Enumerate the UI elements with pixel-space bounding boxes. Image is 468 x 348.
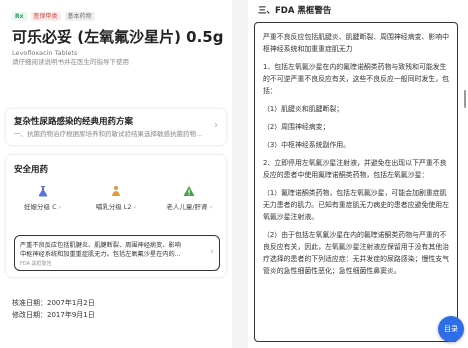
treatment-plan-title: 复杂性尿路感染的经典用药方案	[14, 117, 134, 127]
drug-tags: Rx 医保甲类 基本药物	[12, 12, 95, 21]
lactation-grade-label: 哺乳分级 L2	[95, 203, 132, 211]
treatment-plan-desc: 一、抗菌药物治疗根据尿培养和药敏试验结果选择敏感抗菌药物...	[14, 130, 203, 138]
rx-tag: Rx	[12, 12, 27, 21]
approval-date: 核准日期：2007年1月2日	[12, 299, 95, 307]
usage-instruction: 请仔细阅读说明书并在医生的指导下使用	[12, 58, 129, 66]
safety-card: 安全用药 妊娠分级 C › 哺乳分级 L2 › 老人儿童/肝肾 › 严重不良反应…	[6, 155, 226, 277]
dates-block: 核准日期：2007年1月2日 修改日期：2017年9月1日	[12, 297, 95, 321]
fda-warning-document: 严重不良反应包括肌腱炎、肌腱断裂、周围神经病变、影响中枢神经系统和加重重症肌无力…	[254, 22, 458, 342]
scrollbar[interactable]	[464, 90, 466, 108]
drug-english-name: Levofloxacin Tablets	[12, 49, 78, 57]
fda-paragraph: （1）肌腱炎和肌腱断裂；	[263, 105, 344, 113]
warning-line-2: 中枢神经系统和加重重症肌无力。包括左氧氟沙星在内的...	[20, 251, 181, 258]
chevron-right-icon: ›	[210, 247, 214, 257]
fda-paragraph: （2）由于包括左氧氟沙星在内的氟喹诺酮类药物与严重的不良反应有关，因此，左氧氟沙…	[263, 231, 450, 275]
fda-paragraph: （1）氟喹诺酮类药物，包括左氧氟沙星，可能会加剧重症肌无力患者的肌力。已知有重症…	[263, 189, 450, 221]
black-box-warning-preview[interactable]: 严重不良反应包括肌腱炎、肌腱断裂、周围神经病变、影响 中枢神经系统和加重重症肌无…	[14, 235, 220, 271]
warning-source: FDA 黑框警告	[20, 261, 52, 267]
pregnancy-grade-label: 妊娠分级 C	[24, 203, 57, 211]
elderly-children-label: 老人儿童/肝肾	[166, 203, 208, 211]
revision-date: 修改日期：2017年9月1日	[12, 311, 95, 319]
treatment-plan-card[interactable]: 复杂性尿路感染的经典用药方案 一、抗菌药物治疗根据尿培养和药敏试验结果选择敏感抗…	[6, 109, 226, 145]
fda-warning-panel: 三、FDA 黑框警告 严重不良反应包括肌腱炎、肌腱断裂、周围神经病变、影响中枢神…	[248, 0, 468, 348]
fda-paragraph: （3）中枢神经系统副作用。	[263, 141, 351, 149]
drug-info-panel: Rx 医保甲类 基本药物 可乐必妥 (左氧氟沙星片) 0.5g Levoflox…	[0, 0, 232, 348]
safety-groups: 妊娠分级 C › 哺乳分级 L2 › 老人儿童/肝肾 ›	[6, 185, 226, 211]
fda-paragraph: 严重不良反应包括肌腱炎、肌腱断裂、周围神经病变、影响中枢神经系统和加重重症肌无力	[263, 33, 450, 53]
flask-icon	[38, 186, 47, 197]
toc-button[interactable]: 目录	[438, 316, 464, 342]
chevron-right-icon: ›	[214, 120, 218, 131]
fda-paragraph: 2、立即停用左氧氟沙星注射液，并避免在出现以下严重不良反应的患者中使用氟喹诺酮类…	[263, 159, 447, 179]
fda-heading: 三、FDA 黑框警告	[258, 6, 332, 16]
pregnancy-grade[interactable]: 妊娠分级 C ›	[7, 185, 79, 211]
elderly-children-liver-kidney[interactable]: 老人儿童/肝肾 ›	[153, 185, 225, 211]
mother-baby-icon	[111, 186, 120, 196]
safety-title: 安全用药	[14, 165, 49, 175]
warning-line-1: 严重不良反应包括肌腱炎、肌腱断裂、周围神经病变、影响	[20, 242, 181, 249]
warning-triangle-icon	[183, 186, 195, 196]
drug-title: 可乐必妥 (左氧氟沙星片) 0.5g	[12, 28, 224, 46]
lactation-grade[interactable]: 哺乳分级 L2 ›	[80, 185, 152, 211]
fda-paragraph: 1、包括左氧氟沙星在内的氟喹诺酮类药物与致残和可能发生的不可逆严重不良反应有关，…	[263, 63, 450, 95]
fda-paragraph: （2）周围神经病变；	[263, 123, 330, 131]
essential-drug-tag: 基本药物	[64, 12, 95, 21]
insurance-tag: 医保甲类	[30, 12, 61, 21]
